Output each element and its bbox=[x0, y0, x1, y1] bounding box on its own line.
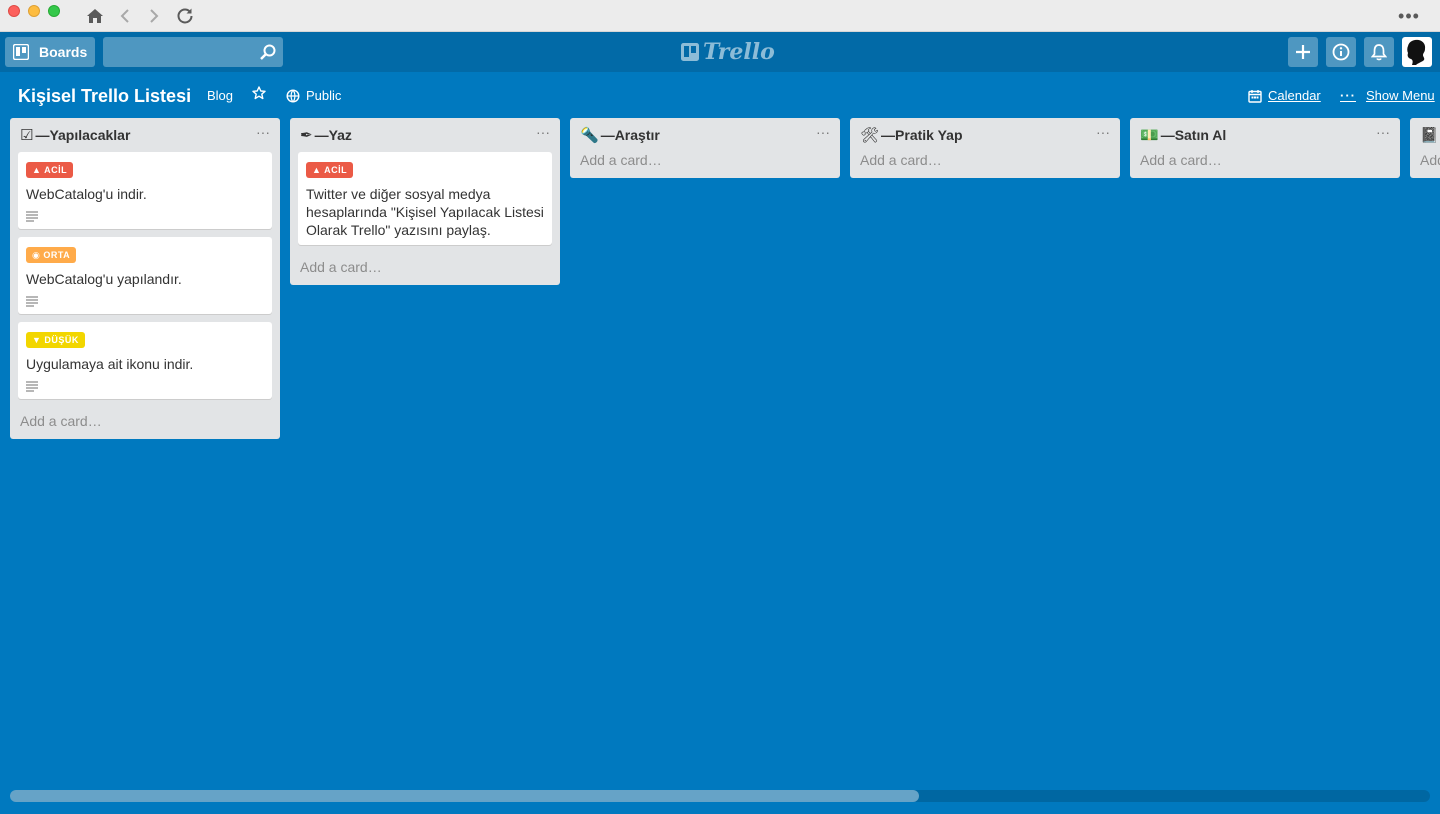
list-menu-button[interactable]: ··· bbox=[1376, 124, 1390, 140]
list-title: ☑ —Yapılacaklar bbox=[20, 127, 131, 144]
window-titlebar: ••• bbox=[0, 0, 1440, 32]
list-title: 💵 —Satın Al bbox=[1140, 127, 1227, 144]
add-card-button[interactable]: Add bbox=[1410, 152, 1440, 172]
trello-logo[interactable]: Trello bbox=[681, 39, 775, 65]
list-header[interactable]: 📓 bbox=[1410, 118, 1440, 152]
card[interactable]: ◉ ORTA WebCatalog'u yapılandır. bbox=[18, 237, 272, 314]
flashlight-icon: 🔦 bbox=[580, 127, 599, 144]
card-title: WebCatalog'u indir. bbox=[26, 186, 147, 202]
list-arastir: 🔦 —Araştır ··· Add a card… bbox=[570, 118, 840, 178]
board-icon bbox=[13, 44, 29, 60]
card-title: Twitter ve diğer sosyal medya hesapların… bbox=[306, 186, 544, 238]
user-silhouette-icon bbox=[1407, 39, 1426, 65]
list-header[interactable]: ✒ —Yaz ··· bbox=[290, 118, 560, 152]
checkbox-icon: ☑ bbox=[20, 127, 34, 144]
star-button[interactable] bbox=[252, 86, 266, 100]
list-menu-button[interactable]: ··· bbox=[816, 124, 830, 140]
list-title: 📓 bbox=[1420, 126, 1439, 144]
boards-label: Boards bbox=[39, 44, 88, 60]
list-header[interactable]: 💵 —Satın Al ··· bbox=[1130, 118, 1400, 152]
list-yapilacaklar: ☑ —Yapılacaklar ··· ▲ ACİL WebCatalog'u … bbox=[10, 118, 280, 439]
add-card-button[interactable]: Add a card… bbox=[290, 253, 560, 279]
card-label-dusuk[interactable]: ▼ DÜŞÜK bbox=[26, 332, 85, 348]
list-partial: 📓 Add bbox=[1410, 118, 1440, 178]
search-box[interactable] bbox=[103, 37, 283, 67]
card[interactable]: ▲ ACİL Twitter ve diğer sosyal medya hes… bbox=[298, 152, 552, 245]
avatar[interactable] bbox=[1402, 37, 1432, 67]
calendar-link[interactable]: Calendar bbox=[1248, 88, 1321, 103]
list-header[interactable]: 🛠 —Pratik Yap ··· bbox=[850, 118, 1120, 152]
list-menu-button[interactable]: ··· bbox=[256, 124, 270, 140]
show-menu-link[interactable]: ··· Show Menu bbox=[1340, 88, 1435, 103]
description-icon bbox=[26, 294, 264, 308]
card[interactable]: ▼ DÜŞÜK Uygulamaya ait ikonu indir. bbox=[18, 322, 272, 399]
card-title: Uygulamaya ait ikonu indir. bbox=[26, 356, 194, 372]
calendar-icon bbox=[1248, 89, 1262, 103]
horizontal-scrollbar-thumb[interactable] bbox=[10, 790, 919, 802]
list-yaz: ✒ —Yaz ··· ▲ ACİL Twitter ve diğer sosya… bbox=[290, 118, 560, 285]
calendar-label: Calendar bbox=[1268, 88, 1321, 103]
add-card-button[interactable]: Add a card… bbox=[10, 407, 280, 433]
list-menu-button[interactable]: ··· bbox=[536, 124, 550, 140]
notifications-button[interactable] bbox=[1364, 37, 1394, 67]
list-satin-al: 💵 —Satın Al ··· Add a card… bbox=[1130, 118, 1400, 178]
add-card-button[interactable]: Add a card… bbox=[1130, 152, 1400, 172]
board-lists: ☑ —Yapılacaklar ··· ▲ ACİL WebCatalog'u … bbox=[10, 118, 1440, 778]
money-icon: 💵 bbox=[1140, 127, 1159, 144]
list-header[interactable]: ☑ —Yapılacaklar ··· bbox=[10, 118, 280, 152]
card[interactable]: ▲ ACİL WebCatalog'u indir. bbox=[18, 152, 272, 229]
search-icon[interactable] bbox=[259, 43, 277, 61]
zoom-window-button[interactable] bbox=[48, 5, 60, 17]
show-menu-label: Show Menu bbox=[1366, 88, 1435, 103]
plus-icon bbox=[1296, 45, 1310, 59]
minimize-window-button[interactable] bbox=[28, 5, 40, 17]
home-icon[interactable] bbox=[84, 5, 106, 27]
close-window-button[interactable] bbox=[8, 5, 20, 17]
tools-icon: 🛠 bbox=[860, 127, 880, 144]
description-icon bbox=[26, 209, 264, 223]
bell-icon bbox=[1371, 44, 1387, 61]
trello-logo-text: Trello bbox=[703, 39, 775, 65]
list-pratik-yap: 🛠 —Pratik Yap ··· Add a card… bbox=[850, 118, 1120, 178]
description-icon bbox=[26, 379, 264, 393]
star-icon bbox=[252, 86, 266, 100]
info-button[interactable] bbox=[1326, 37, 1356, 67]
info-icon bbox=[1332, 43, 1350, 61]
search-input[interactable] bbox=[103, 37, 253, 67]
list-menu-button[interactable]: ··· bbox=[1096, 124, 1110, 140]
list-title: 🔦 —Araştır bbox=[580, 127, 660, 144]
list-title: ✒ —Yaz bbox=[300, 127, 352, 144]
card-label-acil[interactable]: ▲ ACİL bbox=[306, 162, 354, 178]
forward-arrow-icon[interactable] bbox=[145, 5, 163, 27]
more-options-icon[interactable]: ••• bbox=[1398, 5, 1420, 27]
reload-icon[interactable] bbox=[174, 5, 196, 27]
app-header: Boards Trello bbox=[0, 32, 1440, 72]
card-label-orta[interactable]: ◉ ORTA bbox=[26, 247, 77, 263]
team-link[interactable]: Blog bbox=[207, 88, 233, 103]
card-title: WebCatalog'u yapılandır. bbox=[26, 271, 182, 287]
back-arrow-icon[interactable] bbox=[116, 5, 134, 27]
card-label-acil[interactable]: ▲ ACİL bbox=[26, 162, 74, 178]
trello-logo-icon bbox=[681, 43, 699, 61]
pen-icon: ✒ bbox=[300, 127, 313, 144]
add-card-button[interactable]: Add a card… bbox=[850, 152, 1120, 172]
add-card-button[interactable]: Add a card… bbox=[570, 152, 840, 172]
add-button[interactable] bbox=[1288, 37, 1318, 67]
board-header: Kişisel Trello Listesi Blog Public Calen… bbox=[0, 72, 1440, 118]
visibility-button[interactable]: Public bbox=[286, 88, 341, 103]
list-header[interactable]: 🔦 —Araştır ··· bbox=[570, 118, 840, 152]
boards-button[interactable]: Boards bbox=[5, 37, 96, 67]
globe-icon bbox=[286, 88, 300, 103]
list-title: 🛠 —Pratik Yap bbox=[860, 127, 963, 144]
board-title[interactable]: Kişisel Trello Listesi bbox=[18, 86, 191, 107]
visibility-label: Public bbox=[306, 88, 342, 103]
ellipsis-icon: ··· bbox=[1340, 88, 1356, 103]
notebook-icon: 📓 bbox=[1420, 127, 1439, 144]
